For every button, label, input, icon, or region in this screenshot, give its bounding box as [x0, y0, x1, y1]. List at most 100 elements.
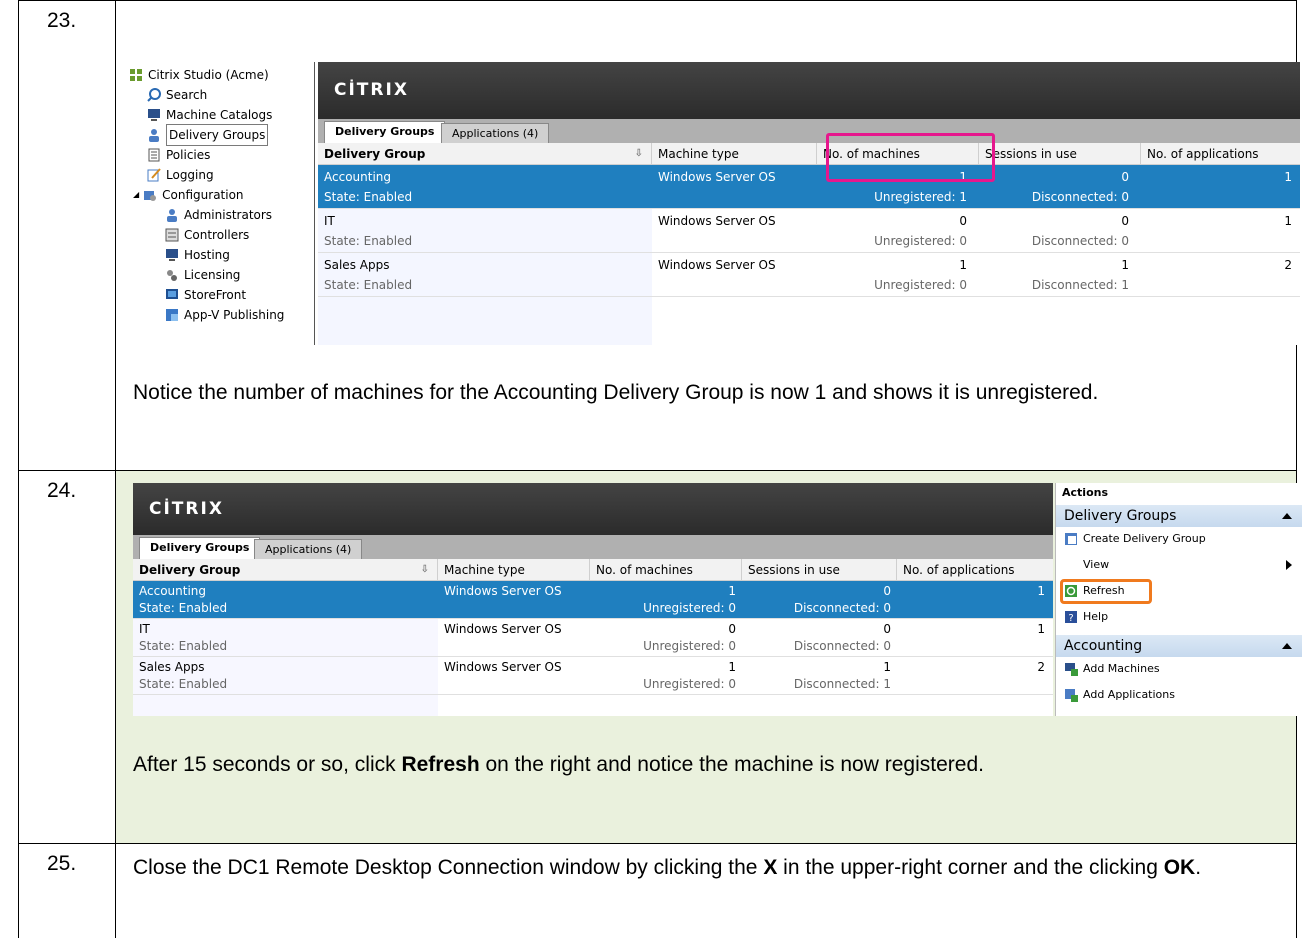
step-number-cell: 23.: [19, 1, 116, 470]
col-delivery-group[interactable]: Delivery Group ⇩: [318, 143, 652, 165]
col-sessions[interactable]: Sessions in use: [742, 559, 897, 581]
action-label: View: [1083, 558, 1110, 571]
group-name: Accounting: [139, 584, 207, 598]
tree-item-licensing[interactable]: Licensing: [165, 265, 240, 285]
tab-delivery-groups[interactable]: Delivery Groups: [139, 537, 261, 559]
add-applications-icon: [1064, 688, 1078, 702]
text-part: in the upper-right corner and the clicki…: [777, 856, 1164, 879]
group-state: State: Enabled: [139, 677, 228, 691]
actions-section-accounting[interactable]: Accounting: [1056, 635, 1302, 657]
col-applications[interactable]: No. of applications: [897, 559, 1053, 581]
session-count: 0: [1121, 170, 1129, 184]
table-row[interactable]: IT State: Enabled Windows Server OS 0 Un…: [318, 209, 1300, 253]
tab-delivery-groups[interactable]: Delivery Groups: [324, 121, 446, 143]
table-row[interactable]: Accounting State: Enabled Windows Server…: [133, 581, 1053, 619]
col-delivery-group[interactable]: Delivery Group ⇩: [133, 559, 438, 581]
step-number-cell: 24.: [19, 471, 116, 843]
expand-icon[interactable]: ◢: [133, 185, 139, 205]
grid-header: Delivery Group ⇩ Machine type No. of mach…: [133, 559, 1053, 581]
col-sessions[interactable]: Sessions in use: [979, 143, 1141, 165]
collapse-icon[interactable]: [1282, 513, 1292, 519]
session-count: 1: [1121, 258, 1129, 272]
app-count: 2: [1284, 258, 1292, 272]
tree-item-storefront[interactable]: StoreFront: [165, 285, 246, 305]
tree-item-machine-catalogs[interactable]: Machine Catalogs: [147, 105, 272, 125]
step-number: 23.: [47, 9, 77, 32]
tree-label: Machine Catalogs: [166, 108, 273, 122]
tree-item-configuration[interactable]: ◢ Configuration: [133, 185, 244, 205]
monitor-icon: [147, 108, 161, 122]
tree-label: Hosting: [184, 248, 230, 262]
log-icon: [147, 168, 161, 182]
group-state: State: Enabled: [324, 190, 413, 204]
action-label: Create Delivery Group: [1083, 532, 1206, 545]
tree-item-delivery-groups[interactable]: Delivery Groups: [147, 124, 269, 146]
server-icon: [165, 228, 179, 242]
group-state: State: Enabled: [139, 639, 228, 653]
tree-item-hosting[interactable]: Hosting: [165, 245, 230, 265]
col-label: Delivery Group: [324, 147, 426, 161]
col-machine-type[interactable]: Machine type: [438, 559, 590, 581]
console-tree: Citrix Studio (Acme) Search Machine Cata…: [125, 62, 315, 345]
group-name: IT: [324, 214, 335, 228]
text-part: Close the DC1 Remote Desktop Connection …: [133, 856, 764, 879]
tree-root[interactable]: Citrix Studio (Acme): [129, 65, 269, 85]
col-machine-type[interactable]: Machine type: [652, 143, 817, 165]
step-number-cell: 25.: [19, 844, 116, 938]
users-icon: [147, 128, 161, 142]
tree-label: Administrators: [184, 208, 273, 222]
actions-title: Actions: [1062, 486, 1108, 499]
col-machines[interactable]: No. of machines: [590, 559, 742, 581]
text-bold: OK: [1163, 856, 1196, 879]
group-name: Sales Apps: [139, 660, 205, 674]
unregistered-count: Unregistered: 0: [643, 677, 736, 691]
tree-label: Controllers: [184, 228, 250, 242]
collapse-icon[interactable]: [1282, 643, 1292, 649]
tree-item-policies[interactable]: Policies: [147, 145, 210, 165]
action-help[interactable]: ? Help: [1064, 607, 1108, 627]
actions-section-delivery-groups[interactable]: Delivery Groups: [1056, 505, 1302, 527]
table-row[interactable]: Sales Apps State: Enabled Windows Server…: [318, 253, 1300, 297]
action-add-machines[interactable]: Add Machines: [1064, 659, 1160, 679]
text-part: on the right and notice the machine is n…: [479, 753, 984, 776]
machine-type: Windows Server OS: [658, 214, 776, 228]
tree-item-controllers[interactable]: Controllers: [165, 225, 249, 245]
machine-count: 0: [728, 622, 736, 636]
tree-item-administrators[interactable]: Administrators: [165, 205, 272, 225]
tab-applications[interactable]: Applications (4): [254, 539, 363, 559]
highlight-refresh: [1060, 579, 1152, 604]
group-name: Sales Apps: [324, 258, 390, 272]
action-add-applications[interactable]: Add Applications: [1064, 685, 1175, 705]
unregistered-count: Unregistered: 0: [874, 234, 967, 248]
screenshot-delivery-groups: CİTRIX Delivery Groups Applications (4) …: [133, 483, 1302, 716]
table-row[interactable]: Sales Apps State: Enabled Windows Server…: [133, 657, 1053, 695]
tree-label: App-V Publishing: [184, 308, 285, 322]
tree-item-appv-publishing[interactable]: App-V Publishing: [165, 305, 284, 325]
group-name: Accounting: [324, 170, 392, 184]
instruction-table: 23. Citrix Studio (Acme) Search Machine …: [18, 0, 1302, 938]
action-create-delivery-group[interactable]: Create Delivery Group: [1064, 529, 1206, 549]
group-name: IT: [139, 622, 150, 636]
step-content: Close the DC1 Remote Desktop Connection …: [117, 844, 1296, 938]
action-view[interactable]: View: [1064, 555, 1302, 575]
search-icon: [147, 88, 161, 102]
unregistered-count: Unregistered: 0: [643, 601, 736, 615]
tree-label: Configuration: [162, 188, 244, 202]
machine-type: Windows Server OS: [444, 660, 562, 674]
sort-icon: ⇩: [634, 148, 643, 159]
appv-icon: [165, 308, 179, 322]
tree-item-search[interactable]: Search: [147, 85, 207, 105]
tree-label: Search: [166, 88, 208, 102]
step-text-content: Notice the number of machines for the Ac…: [133, 381, 1099, 404]
table-row[interactable]: IT State: Enabled Windows Server OS 0 Un…: [133, 619, 1053, 657]
col-applications[interactable]: No. of applications: [1141, 143, 1300, 165]
tree-item-logging[interactable]: Logging: [147, 165, 214, 185]
tab-applications[interactable]: Applications (4): [441, 123, 550, 143]
tree-label: Policies: [166, 148, 211, 162]
group-state: State: Enabled: [324, 234, 413, 248]
app-count: 1: [1037, 584, 1045, 598]
monitor-icon: [165, 248, 179, 262]
tree-label: Logging: [166, 168, 214, 182]
table-row[interactable]: Accounting State: Enabled Windows Server…: [318, 165, 1300, 209]
step-25-row: 25. Close the DC1 Remote Desktop Connect…: [19, 844, 1296, 938]
